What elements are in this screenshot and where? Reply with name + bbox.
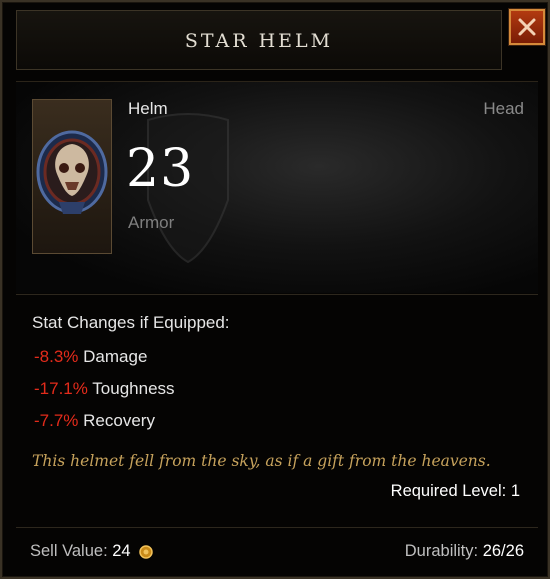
durability-label: Durability:: [404, 542, 483, 560]
stat-row-toughness: -17.1% Toughness: [34, 379, 175, 399]
gold-coin-icon: [139, 544, 153, 559]
stat-label: Damage: [78, 347, 148, 366]
divider: [16, 294, 538, 295]
item-name: STAR HELM: [184, 30, 334, 52]
tooltip-header: STAR HELM: [16, 10, 502, 70]
sell-value: Sell Value: 24: [30, 542, 153, 561]
close-icon: [518, 18, 536, 36]
stat-changes-heading: Stat Changes if Equipped:: [32, 313, 230, 332]
item-slot: Head: [483, 99, 524, 118]
armor-label: Armor: [128, 213, 175, 232]
stat-label: Toughness: [87, 379, 175, 398]
close-button[interactable]: [509, 9, 545, 45]
durability: Durability: 26/26: [405, 542, 524, 561]
armor-value: 23: [126, 139, 195, 199]
tooltip-footer: Sell Value: 24 Durability: 26/26: [16, 527, 538, 573]
stat-row-damage: -8.3% Damage: [34, 347, 147, 367]
item-summary: Helm Head 23 Armor: [16, 81, 538, 293]
durability-amount: 26/26: [482, 542, 524, 560]
stat-value: -7.7%: [34, 411, 79, 430]
flavor-text: This helmet fell from the sky, as if a g…: [32, 452, 491, 470]
required-level: Required Level: 1: [390, 482, 520, 500]
sell-value-amount: 24: [112, 542, 131, 560]
helm-icon: [36, 130, 108, 214]
stat-label: Recovery: [78, 411, 155, 430]
sell-value-label: Sell Value:: [30, 542, 113, 560]
stat-value: -8.3%: [34, 347, 79, 366]
stat-row-recovery: -7.7% Recovery: [34, 411, 155, 431]
stat-value: -17.1%: [34, 379, 88, 398]
item-tooltip: STAR HELM Helm Head 23 Armor Stat Change…: [0, 0, 550, 579]
item-type: Helm: [128, 99, 168, 118]
item-icon-slot[interactable]: [32, 99, 112, 254]
